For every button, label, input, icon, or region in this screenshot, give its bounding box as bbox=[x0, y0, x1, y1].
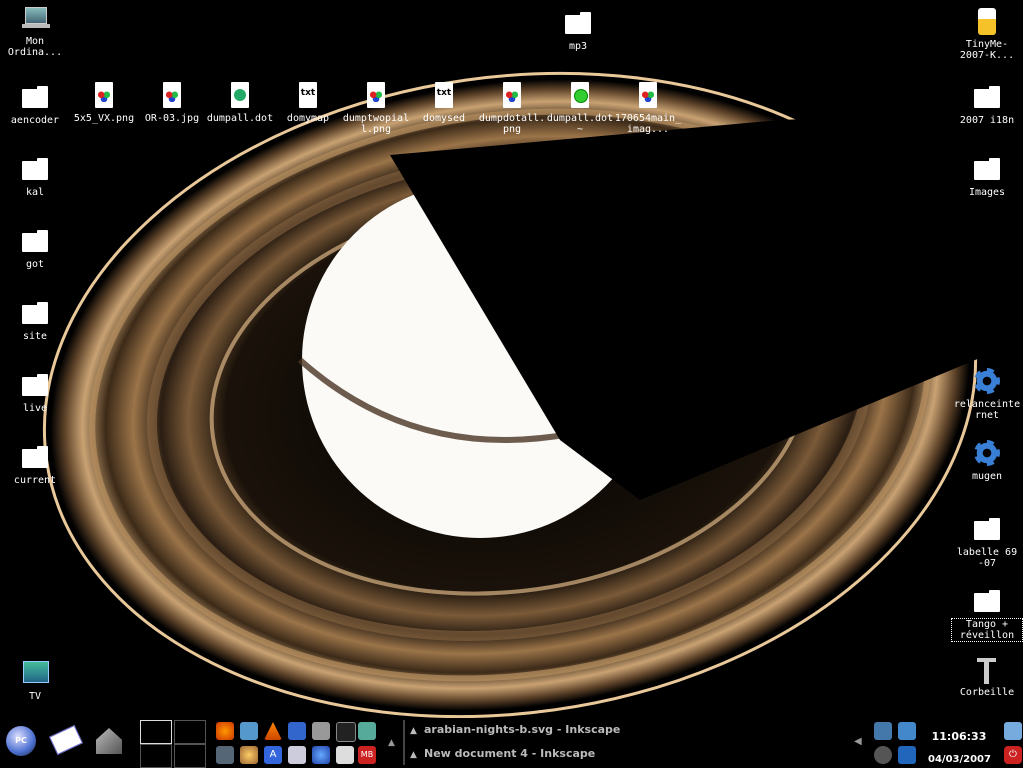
inkscape-icon[interactable] bbox=[336, 722, 356, 742]
dot-file-icon bbox=[225, 82, 255, 110]
desktop-icon-kal[interactable]: kal bbox=[0, 156, 70, 198]
mb-icon[interactable]: MB bbox=[358, 746, 376, 764]
pager-desktop-3[interactable] bbox=[140, 744, 172, 768]
image-file-icon bbox=[497, 82, 527, 110]
show-desktop-icon[interactable] bbox=[49, 725, 83, 755]
desktop-icon-got[interactable]: got bbox=[0, 228, 70, 270]
desktop-icon-labelle-69-07[interactable]: labelle 69 -07 bbox=[952, 516, 1022, 569]
trash-icon bbox=[972, 656, 1002, 684]
gear-icon bbox=[972, 440, 1002, 468]
date[interactable]: 04/03/2007 bbox=[928, 754, 991, 765]
desktop-icon-domymap[interactable]: txt domymap bbox=[273, 82, 343, 124]
dot-backup-file-icon bbox=[565, 82, 595, 110]
desktop-icon-tango-reveillon[interactable]: Tango + réveillon bbox=[951, 588, 1023, 642]
desktop-icon-relanceinternet[interactable]: relanceinternet bbox=[952, 368, 1022, 421]
tray-collapse-icon[interactable]: ◀ bbox=[854, 736, 862, 747]
logout-icon[interactable]: ⏻ bbox=[1004, 746, 1022, 764]
volume-icon[interactable] bbox=[874, 722, 892, 740]
desktop-icon-corbeille[interactable]: Corbeille bbox=[952, 656, 1022, 698]
folder-icon bbox=[972, 588, 1002, 616]
image-file-icon bbox=[361, 82, 391, 110]
brush-icon[interactable] bbox=[288, 722, 306, 740]
desktop-icon-site[interactable]: site bbox=[0, 300, 70, 342]
panel-scroll-up-icon[interactable]: ▲ bbox=[388, 738, 398, 748]
computer-icon bbox=[20, 5, 50, 33]
vlc-icon[interactable] bbox=[264, 722, 282, 740]
archive-icon bbox=[972, 8, 1002, 36]
desktop-icon-dumptwopiall-png[interactable]: dumptwopiall.png bbox=[341, 82, 411, 135]
image-file-icon bbox=[633, 82, 663, 110]
desktop-icon-tv[interactable]: TV bbox=[0, 660, 70, 702]
documents-icon[interactable] bbox=[288, 746, 306, 764]
taskbar: PC A MB ▲ ▲ arabian-nights-b.svg - Inksca… bbox=[0, 718, 1023, 768]
folder-icon bbox=[20, 84, 50, 112]
desktop-icon-current[interactable]: current bbox=[0, 444, 70, 486]
desktop-icon-mp3[interactable]: mp3 bbox=[543, 10, 613, 52]
tools-icon[interactable] bbox=[336, 746, 354, 764]
folder-icon bbox=[20, 228, 50, 256]
terminal-icon[interactable] bbox=[216, 746, 234, 764]
task-inkscape-new-document[interactable]: ▲ New document 4 - Inkscape bbox=[410, 744, 850, 764]
desktop-icon-dumpall-dot-backup[interactable]: dumpall.dot~ bbox=[545, 82, 615, 135]
desktop-icon-mugen[interactable]: mugen bbox=[952, 440, 1022, 482]
folder-icon bbox=[972, 516, 1002, 544]
inkscape-task-icon: ▲ bbox=[410, 750, 417, 760]
folder-icon bbox=[20, 372, 50, 400]
desktop-icon-dumpdotall-png[interactable]: dumpdotall.png bbox=[477, 82, 547, 135]
update-icon[interactable] bbox=[898, 746, 916, 764]
desktop-icon-live[interactable]: live bbox=[0, 372, 70, 414]
inkscape-task-icon: ▲ bbox=[410, 726, 417, 736]
folder-icon bbox=[20, 444, 50, 472]
pager-desktop-1[interactable] bbox=[140, 720, 172, 744]
mail-icon[interactable] bbox=[240, 722, 258, 740]
desktop-icon-or-03-jpg[interactable]: OR-03.jpg bbox=[137, 82, 207, 124]
text-file-icon: txt bbox=[429, 82, 459, 110]
task-inkscape-arabian-nights[interactable]: ▲ arabian-nights-b.svg - Inkscape bbox=[410, 720, 850, 740]
font-a-icon[interactable]: A bbox=[264, 746, 282, 764]
desktop-icon-dumpall-dot[interactable]: dumpall.dot bbox=[205, 82, 275, 124]
firefox-icon[interactable] bbox=[216, 722, 234, 740]
desktop-icon-mon-ordinateur[interactable]: Mon Ordina... bbox=[0, 5, 70, 58]
desktop-icon-images[interactable]: Images bbox=[952, 156, 1022, 198]
gear-icon bbox=[972, 368, 1002, 396]
phone-icon[interactable] bbox=[312, 722, 330, 740]
home-folder-icon[interactable] bbox=[96, 728, 122, 754]
desktop-icon-aencoder[interactable]: aencoder bbox=[0, 84, 70, 126]
network-icon[interactable] bbox=[312, 746, 330, 764]
folder-icon bbox=[20, 156, 50, 184]
klipper-icon[interactable] bbox=[874, 746, 892, 764]
kmenu-button[interactable]: PC bbox=[6, 726, 36, 756]
desktop-icon-5x5-vx-png[interactable]: 5x5_VX.png bbox=[69, 82, 139, 124]
desktop-icon-170654main-image[interactable]: 170654main_imag... bbox=[613, 82, 683, 135]
desktop-icon-2007-i18n[interactable]: 2007 i18n bbox=[952, 84, 1022, 126]
panel-separator bbox=[403, 720, 405, 765]
tv-icon bbox=[20, 660, 50, 688]
lock-screen-icon[interactable] bbox=[1004, 722, 1022, 740]
clock[interactable]: 11:06:33 bbox=[928, 730, 990, 743]
pager-desktop-2[interactable] bbox=[174, 720, 206, 744]
network-monitor-icon[interactable] bbox=[898, 722, 916, 740]
desktop-icon-tinyme[interactable]: TinyMe-2007-K... bbox=[952, 8, 1022, 61]
text-file-icon: txt bbox=[293, 82, 323, 110]
image-viewer-icon[interactable] bbox=[358, 722, 376, 740]
folder-icon bbox=[972, 156, 1002, 184]
desktop-icon-domysed[interactable]: txt domysed bbox=[409, 82, 479, 124]
folder-icon bbox=[20, 300, 50, 328]
media-icon[interactable] bbox=[240, 746, 258, 764]
image-file-icon bbox=[89, 82, 119, 110]
image-file-icon bbox=[157, 82, 187, 110]
folder-icon bbox=[563, 10, 593, 38]
pager-desktop-4[interactable] bbox=[174, 744, 206, 768]
folder-icon bbox=[972, 84, 1002, 112]
